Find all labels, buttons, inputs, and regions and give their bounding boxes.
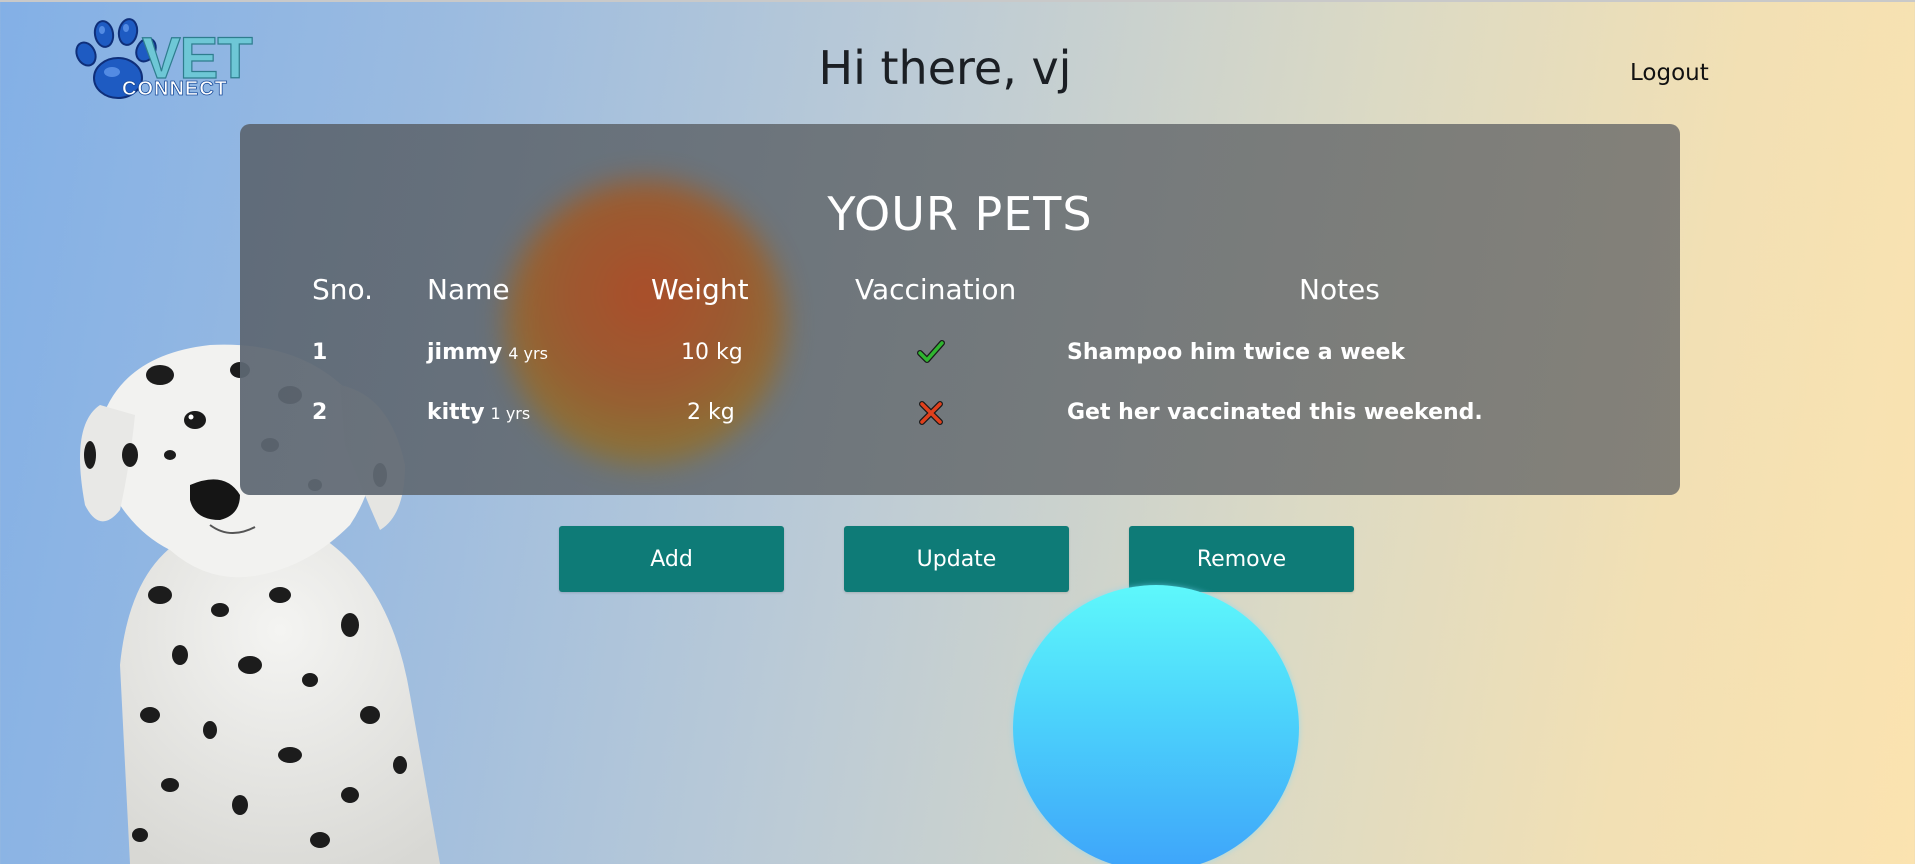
row-notes: Shampoo him twice a week: [1067, 340, 1406, 365]
column-header-sno: Sno.: [312, 273, 374, 306]
greeting-heading: Hi there, vj: [818, 41, 1072, 95]
remove-button[interactable]: Remove: [1129, 526, 1354, 592]
column-header-vaccination: Vaccination: [855, 273, 1017, 306]
row-notes: Get her vaccinated this weekend.: [1067, 400, 1483, 425]
pet-age: 1 yrs: [490, 404, 531, 423]
column-header-notes: Notes: [1299, 273, 1380, 306]
pet-name: jimmy: [427, 340, 503, 365]
logout-link[interactable]: Logout: [1630, 58, 1709, 88]
row-weight: 2 kg: [687, 400, 735, 425]
row-sno: 1: [312, 340, 328, 365]
column-header-name: Name: [427, 273, 510, 306]
column-header-weight: Weight: [651, 273, 749, 306]
checkmark-icon: [917, 339, 945, 374]
row-name: kitty 1 yrs: [427, 398, 530, 429]
pets-card-title: YOUR PETS: [827, 187, 1093, 241]
top-border: [0, 0, 1915, 2]
cross-icon: [918, 400, 944, 435]
add-button[interactable]: Add: [559, 526, 784, 592]
row-name: jimmy 4 yrs: [427, 338, 548, 369]
update-button[interactable]: Update: [844, 526, 1069, 592]
pet-name: kitty: [427, 400, 485, 425]
decorative-orb-cyan: [1013, 585, 1299, 864]
row-weight: 10 kg: [681, 340, 743, 365]
row-sno: 2: [312, 400, 328, 425]
pet-age: 4 yrs: [508, 344, 548, 363]
